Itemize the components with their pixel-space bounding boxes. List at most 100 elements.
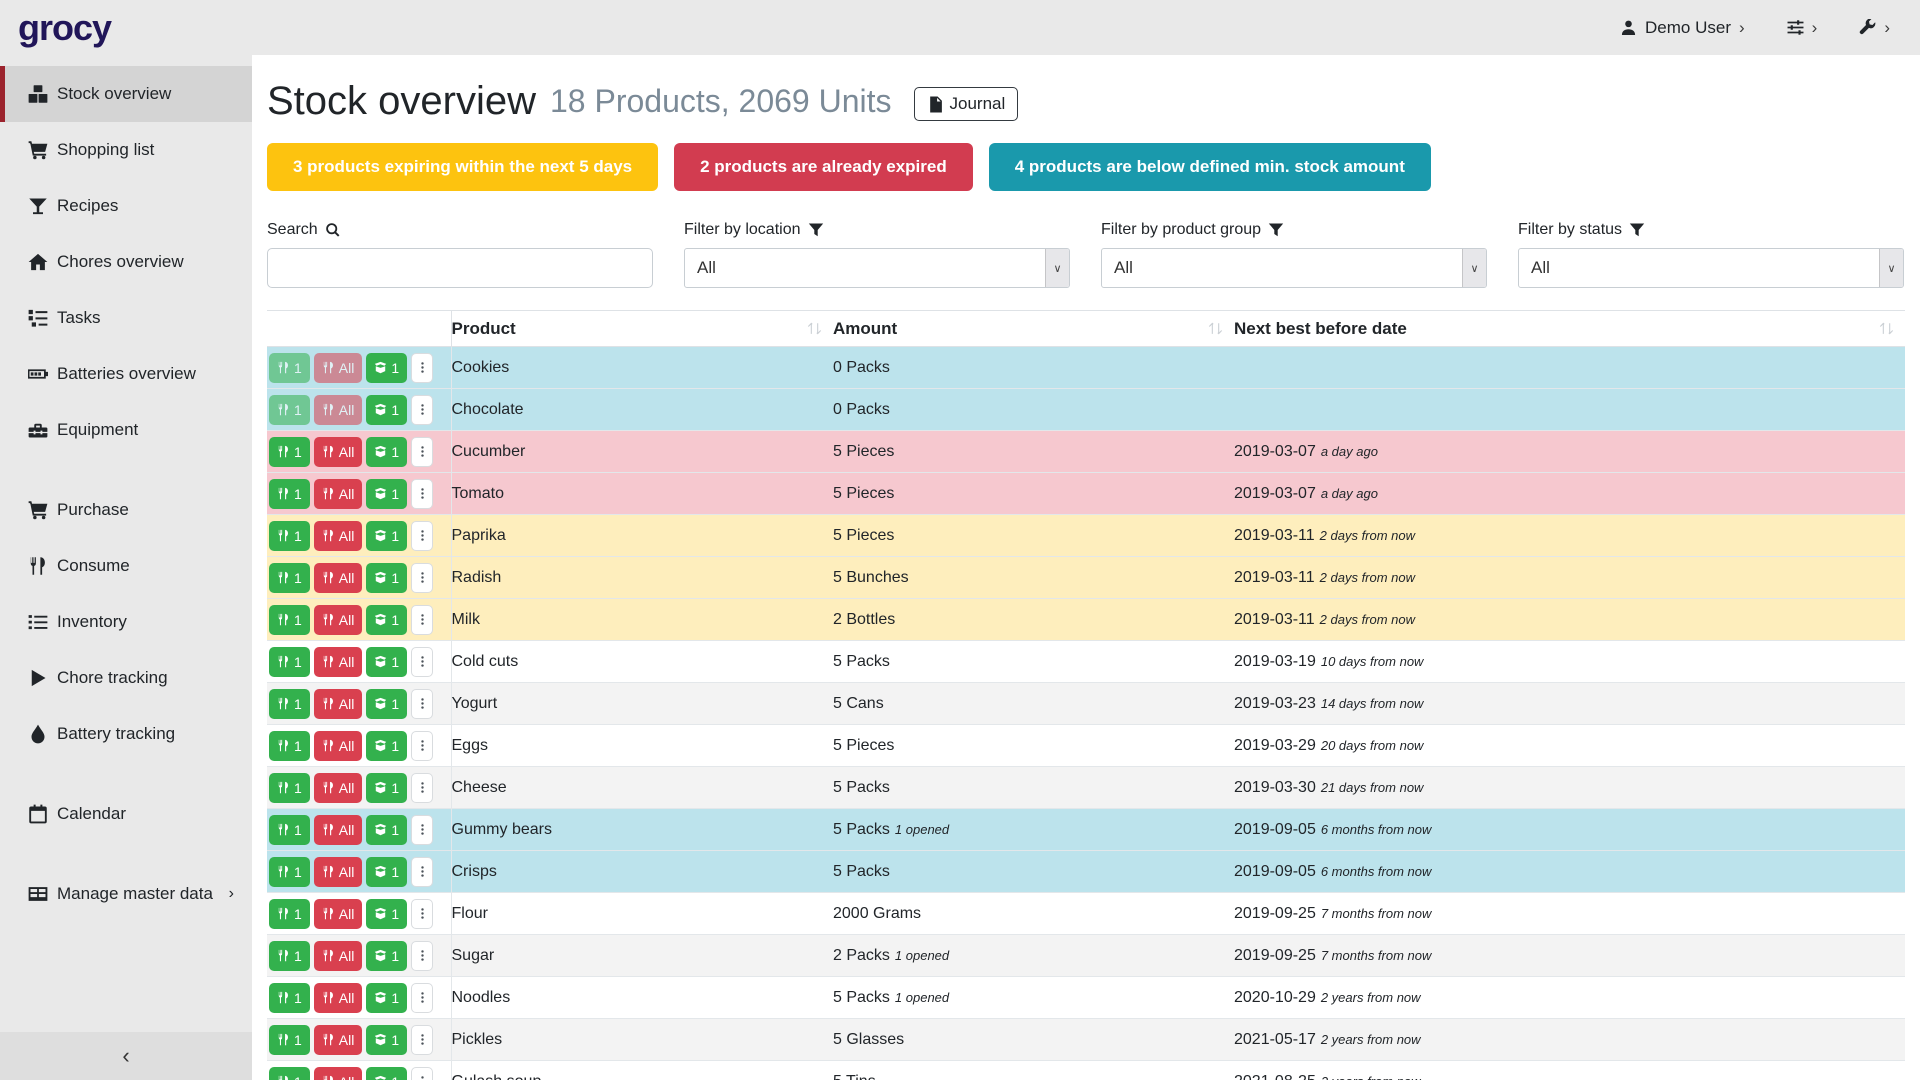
consume-all-button[interactable]: All xyxy=(314,353,363,383)
journal-button[interactable]: Journal xyxy=(914,87,1019,121)
open-one-button[interactable]: 1 xyxy=(366,731,407,761)
sidebar-item-equipment[interactable]: Equipment xyxy=(0,402,252,458)
consume-all-button[interactable]: All xyxy=(314,1067,363,1080)
consume-one-button[interactable]: 1 xyxy=(269,479,310,509)
amount-column-header[interactable]: Amount xyxy=(833,311,1234,347)
consume-all-button[interactable]: All xyxy=(314,731,363,761)
sidebar-item-calendar[interactable]: Calendar xyxy=(0,786,252,842)
row-menu-button[interactable] xyxy=(411,857,433,887)
consume-all-button[interactable]: All xyxy=(314,521,363,551)
consume-one-button[interactable]: 1 xyxy=(269,731,310,761)
consume-all-button[interactable]: All xyxy=(314,857,363,887)
consume-one-button[interactable]: 1 xyxy=(269,605,310,635)
sidebar-item-chores-overview[interactable]: Chores overview xyxy=(0,234,252,290)
open-one-button[interactable]: 1 xyxy=(366,605,407,635)
row-menu-button[interactable] xyxy=(411,437,433,467)
sidebar-item-purchase[interactable]: Purchase xyxy=(0,482,252,538)
sidebar-item-consume[interactable]: Consume xyxy=(0,538,252,594)
row-menu-button[interactable] xyxy=(411,1025,433,1055)
consume-one-button[interactable]: 1 xyxy=(269,521,310,551)
row-menu-button[interactable] xyxy=(411,353,433,383)
consume-one-button[interactable]: 1 xyxy=(269,437,310,467)
open-one-button[interactable]: 1 xyxy=(366,899,407,929)
row-menu-button[interactable] xyxy=(411,689,433,719)
row-menu-button[interactable] xyxy=(411,605,433,635)
sort-icon[interactable] xyxy=(1207,320,1224,337)
sort-icon[interactable] xyxy=(806,320,823,337)
row-menu-button[interactable] xyxy=(411,521,433,551)
open-one-button[interactable]: 1 xyxy=(366,479,407,509)
consume-all-button[interactable]: All xyxy=(314,647,363,677)
consume-one-button[interactable]: 1 xyxy=(269,857,310,887)
consume-one-button[interactable]: 1 xyxy=(269,353,310,383)
product-column-header[interactable]: Product xyxy=(451,311,833,347)
sidebar-item-batteries-overview[interactable]: Batteries overview xyxy=(0,346,252,402)
consume-one-button[interactable]: 1 xyxy=(269,815,310,845)
sidebar-item-shopping-list[interactable]: Shopping list xyxy=(0,122,252,178)
row-menu-button[interactable] xyxy=(411,395,433,425)
row-menu-button[interactable] xyxy=(411,1067,433,1080)
row-menu-button[interactable] xyxy=(411,815,433,845)
consume-one-button[interactable]: 1 xyxy=(269,899,310,929)
open-one-button[interactable]: 1 xyxy=(366,353,407,383)
location-select[interactable]: All∨ xyxy=(684,248,1070,288)
sidebar-item-chore-tracking[interactable]: Chore tracking xyxy=(0,650,252,706)
consume-one-button[interactable]: 1 xyxy=(269,689,310,719)
row-menu-button[interactable] xyxy=(411,941,433,971)
sidebar-item-recipes[interactable]: Recipes xyxy=(0,178,252,234)
sidebar-collapse-button[interactable]: ‹ xyxy=(0,1032,252,1080)
product-group-select[interactable]: All∨ xyxy=(1101,248,1487,288)
sidebar-item-inventory[interactable]: Inventory xyxy=(0,594,252,650)
consume-all-button[interactable]: All xyxy=(314,689,363,719)
open-one-button[interactable]: 1 xyxy=(366,941,407,971)
row-menu-button[interactable] xyxy=(411,731,433,761)
user-menu[interactable]: Demo User › xyxy=(1620,18,1745,38)
open-one-button[interactable]: 1 xyxy=(366,1067,407,1080)
consume-one-button[interactable]: 1 xyxy=(269,1067,310,1080)
consume-one-button[interactable]: 1 xyxy=(269,647,310,677)
open-one-button[interactable]: 1 xyxy=(366,437,407,467)
consume-one-button[interactable]: 1 xyxy=(269,395,310,425)
consume-all-button[interactable]: All xyxy=(314,1025,363,1055)
row-menu-button[interactable] xyxy=(411,983,433,1013)
consume-all-button[interactable]: All xyxy=(314,437,363,467)
row-menu-button[interactable] xyxy=(411,563,433,593)
consume-all-button[interactable]: All xyxy=(314,773,363,803)
consume-all-button[interactable]: All xyxy=(314,605,363,635)
consume-one-button[interactable]: 1 xyxy=(269,983,310,1013)
status-badge-2[interactable]: 4 products are below defined min. stock … xyxy=(989,143,1431,191)
consume-all-button[interactable]: All xyxy=(314,899,363,929)
sidebar-item-tasks[interactable]: Tasks xyxy=(0,290,252,346)
consume-all-button[interactable]: All xyxy=(314,815,363,845)
status-select[interactable]: All∨ xyxy=(1518,248,1904,288)
open-one-button[interactable]: 1 xyxy=(366,815,407,845)
open-one-button[interactable]: 1 xyxy=(366,563,407,593)
consume-all-button[interactable]: All xyxy=(314,479,363,509)
open-one-button[interactable]: 1 xyxy=(366,983,407,1013)
open-one-button[interactable]: 1 xyxy=(366,521,407,551)
consume-all-button[interactable]: All xyxy=(314,563,363,593)
consume-one-button[interactable]: 1 xyxy=(269,1025,310,1055)
sidebar-item-manage-master-data[interactable]: Manage master data› xyxy=(0,866,252,922)
settings-menu[interactable]: › xyxy=(1787,18,1818,38)
admin-menu[interactable]: › xyxy=(1859,18,1890,38)
row-menu-button[interactable] xyxy=(411,773,433,803)
open-one-button[interactable]: 1 xyxy=(366,1025,407,1055)
consume-all-button[interactable]: All xyxy=(314,395,363,425)
date-column-header[interactable]: Next best before date xyxy=(1234,311,1905,347)
search-input[interactable] xyxy=(267,248,653,288)
open-one-button[interactable]: 1 xyxy=(366,647,407,677)
consume-one-button[interactable]: 1 xyxy=(269,941,310,971)
sidebar-item-stock-overview[interactable]: Stock overview xyxy=(0,66,252,122)
row-menu-button[interactable] xyxy=(411,479,433,509)
row-menu-button[interactable] xyxy=(411,899,433,929)
sidebar-item-battery-tracking[interactable]: Battery tracking xyxy=(0,706,252,762)
open-one-button[interactable]: 1 xyxy=(366,395,407,425)
consume-all-button[interactable]: All xyxy=(314,941,363,971)
status-badge-0[interactable]: 3 products expiring within the next 5 da… xyxy=(267,143,658,191)
row-menu-button[interactable] xyxy=(411,647,433,677)
consume-all-button[interactable]: All xyxy=(314,983,363,1013)
open-one-button[interactable]: 1 xyxy=(366,857,407,887)
consume-one-button[interactable]: 1 xyxy=(269,563,310,593)
open-one-button[interactable]: 1 xyxy=(366,689,407,719)
